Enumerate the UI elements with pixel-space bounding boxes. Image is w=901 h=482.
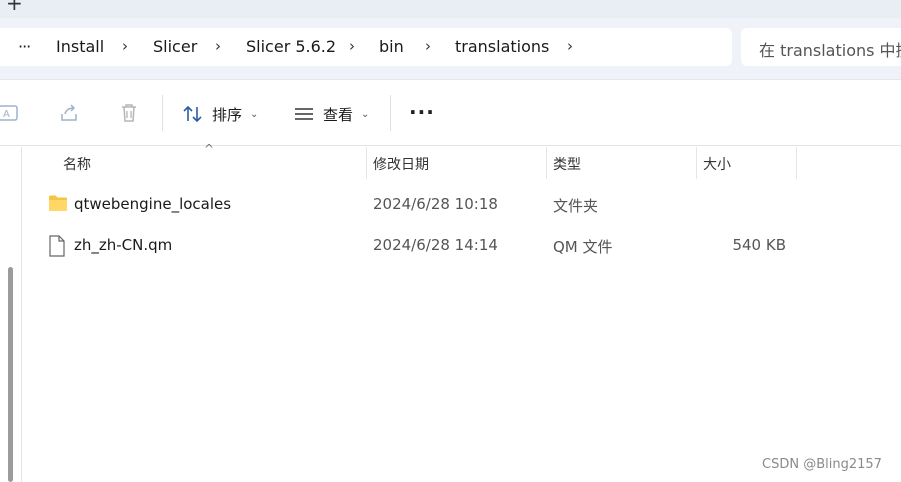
svg-text:A: A — [3, 109, 10, 120]
file-row[interactable]: qtwebengine_locales 2024/6/28 10:18 文件夹 — [40, 185, 800, 225]
chevron-down-icon: ⌄ — [250, 108, 259, 120]
column-header-name[interactable]: 名称 — [40, 147, 366, 179]
toolbar-divider — [162, 95, 163, 131]
delete-icon[interactable] — [116, 100, 142, 126]
command-bar: A 排序 ⌄ 查看 ⌄ ··· — [0, 80, 901, 146]
title-bar-strip: + — [0, 0, 901, 18]
share-icon[interactable] — [56, 100, 82, 126]
sort-icon — [183, 105, 202, 123]
column-header-size[interactable]: 大小 — [696, 147, 796, 179]
search-input[interactable]: 在 translations 中搜 — [741, 28, 901, 66]
watermark: CSDN @Bling2157 — [762, 457, 882, 472]
view-button[interactable]: 查看 ⌄ — [293, 101, 369, 127]
breadcrumb-slicer[interactable]: Slicer — [153, 37, 197, 56]
rename-icon[interactable]: A — [0, 100, 22, 126]
breadcrumb-overflow-button[interactable]: ··· — [18, 37, 31, 56]
view-label: 查看 — [323, 105, 354, 124]
chevron-right-icon[interactable]: › — [349, 37, 355, 55]
breadcrumb[interactable]: ··· Install › Slicer › Slicer 5.6.2 › bi… — [0, 28, 732, 66]
new-tab-icon[interactable]: + — [6, 0, 23, 15]
file-modified: 2024/6/28 14:14 — [373, 236, 498, 254]
column-header-modified[interactable]: 修改日期 — [366, 147, 546, 179]
navigation-pane-edge — [0, 147, 22, 482]
chevron-down-icon: ⌄ — [361, 108, 370, 120]
folder-icon — [48, 194, 68, 216]
file-icon — [48, 235, 66, 261]
breadcrumb-slicer-version[interactable]: Slicer 5.6.2 — [246, 37, 336, 56]
file-size: 540 KB — [732, 236, 786, 254]
view-lines-icon — [295, 108, 313, 120]
breadcrumb-bin[interactable]: bin — [379, 37, 404, 56]
file-modified: 2024/6/28 10:18 — [373, 195, 498, 213]
sort-button[interactable]: 排序 ⌄ — [182, 101, 258, 127]
breadcrumb-install[interactable]: Install — [56, 37, 104, 56]
column-header-type[interactable]: 类型 — [546, 147, 696, 179]
file-row[interactable]: zh_zh-CN.qm 2024/6/28 14:14 QM 文件 540 KB — [40, 226, 800, 266]
chevron-right-icon[interactable]: › — [425, 37, 431, 55]
sort-label: 排序 — [212, 105, 243, 124]
breadcrumb-translations[interactable]: translations — [455, 37, 549, 56]
file-type: 文件夹 — [553, 197, 599, 215]
file-name: zh_zh-CN.qm — [74, 236, 173, 254]
search-placeholder: 在 translations 中搜 — [759, 41, 901, 60]
address-bar-region: ··· Install › Slicer › Slicer 5.6.2 › bi… — [0, 18, 901, 80]
chevron-right-icon[interactable]: › — [122, 37, 128, 55]
toolbar-divider — [390, 95, 391, 131]
more-options-button[interactable]: ··· — [409, 100, 435, 124]
scrollbar-thumb[interactable] — [8, 267, 13, 482]
file-name: qtwebengine_locales — [74, 195, 232, 213]
chevron-right-icon[interactable]: › — [567, 37, 573, 55]
chevron-right-icon[interactable]: › — [215, 37, 221, 55]
file-type: QM 文件 — [553, 238, 613, 256]
column-divider[interactable] — [796, 147, 797, 179]
